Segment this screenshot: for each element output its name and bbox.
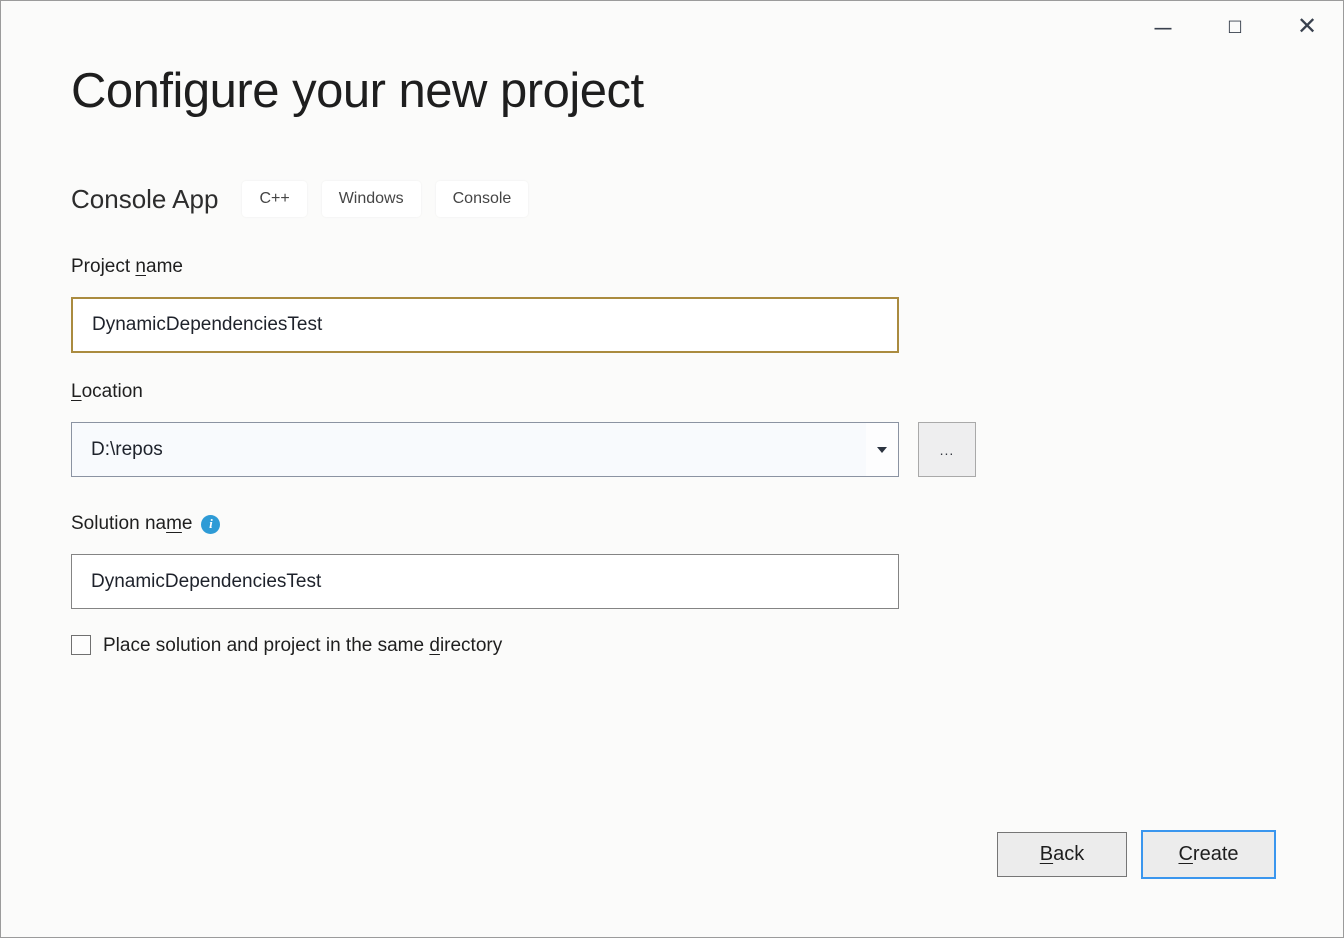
project-name-label: Project name bbox=[71, 256, 183, 278]
template-row: Console App C++ Windows Console bbox=[71, 181, 543, 217]
close-button[interactable]: ✕ bbox=[1271, 4, 1343, 50]
minimize-icon: — bbox=[1155, 19, 1172, 36]
configure-project-dialog: — ☐ ✕ Configure your new project Console… bbox=[0, 0, 1344, 938]
info-icon[interactable]: i bbox=[201, 515, 220, 534]
window-controls: — ☐ ✕ bbox=[1113, 1, 1343, 53]
tag-cpp: C++ bbox=[242, 181, 306, 217]
same-directory-label[interactable]: Place solution and project in the same d… bbox=[103, 635, 502, 657]
same-directory-checkbox[interactable] bbox=[71, 635, 91, 655]
solution-name-label: Solution name i bbox=[71, 513, 220, 535]
solution-name-input[interactable] bbox=[71, 554, 899, 609]
location-combobox[interactable]: D:\repos bbox=[71, 422, 899, 477]
same-directory-row: Place solution and project in the same d… bbox=[71, 635, 502, 657]
tag-console: Console bbox=[436, 181, 529, 217]
location-dropdown-button[interactable] bbox=[866, 423, 898, 476]
maximize-button[interactable]: ☐ bbox=[1199, 4, 1271, 50]
browse-label: ... bbox=[940, 442, 955, 458]
minimize-button[interactable]: — bbox=[1127, 4, 1199, 50]
chevron-down-icon bbox=[877, 447, 887, 453]
page-title: Configure your new project bbox=[71, 63, 644, 119]
create-button[interactable]: Create bbox=[1141, 830, 1276, 879]
location-label: Location bbox=[71, 381, 143, 403]
close-icon: ✕ bbox=[1297, 15, 1317, 39]
project-name-input[interactable] bbox=[71, 297, 899, 353]
browse-location-button[interactable]: ... bbox=[918, 422, 976, 477]
maximize-icon: ☐ bbox=[1227, 19, 1242, 36]
location-value: D:\repos bbox=[72, 439, 866, 461]
back-button[interactable]: Back bbox=[997, 832, 1127, 877]
tag-windows: Windows bbox=[322, 181, 421, 217]
template-name: Console App bbox=[71, 184, 218, 215]
